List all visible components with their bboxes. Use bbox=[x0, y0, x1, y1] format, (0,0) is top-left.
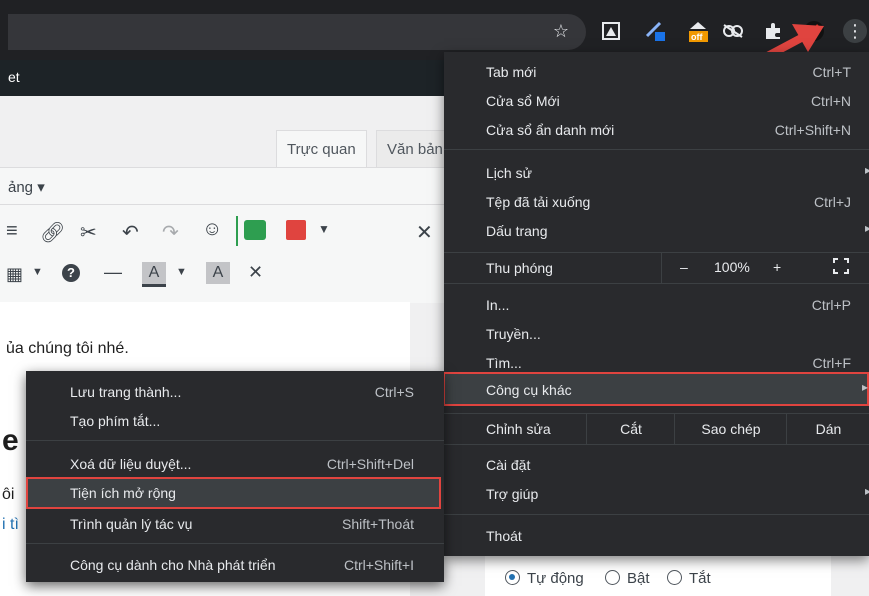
menu-item-history[interactable]: Lịch sử ▸ bbox=[444, 159, 869, 187]
menu-item-exit[interactable]: Thoát bbox=[444, 522, 869, 550]
menu-item-print[interactable]: In... Ctrl+P bbox=[444, 291, 869, 319]
menu-item-cast[interactable]: Truyền... bbox=[444, 320, 869, 348]
clear-format-icon[interactable]: A bbox=[206, 262, 230, 284]
off-ext-icon[interactable]: off bbox=[686, 20, 708, 42]
paste-button[interactable]: Dán bbox=[786, 414, 869, 444]
extensions-label: Tiện ích mở rộng bbox=[70, 485, 176, 501]
submenu-item-create-shortcut[interactable]: Tạo phím tắt... bbox=[26, 407, 444, 435]
edit-label: Chỉnh sửa bbox=[486, 421, 551, 437]
menu-item-new-tab[interactable]: Tab mới Ctrl+T bbox=[444, 58, 869, 86]
redo-icon[interactable]: ↷ bbox=[162, 220, 179, 245]
more-tools-submenu: Lưu trang thành... Ctrl+S Tạo phím tắt...… bbox=[26, 371, 444, 582]
chevron-right-icon: ▸ bbox=[864, 484, 869, 498]
align-icon[interactable]: ≡ bbox=[6, 220, 18, 243]
text-color-icon[interactable]: A bbox=[142, 262, 166, 287]
radio-off-label: Tắt bbox=[689, 570, 711, 587]
radio-off[interactable] bbox=[667, 570, 682, 585]
address-bar[interactable] bbox=[8, 14, 586, 50]
tab-visual[interactable]: Trực quan bbox=[276, 130, 367, 170]
editor-header-text: et bbox=[8, 69, 20, 85]
chevron-down-icon[interactable]: ▼ bbox=[176, 266, 187, 278]
edit-row: Chỉnh sửa Cắt Sao chép Dán bbox=[444, 414, 869, 444]
menu-item-settings[interactable]: Cài đặt bbox=[444, 451, 869, 479]
submenu-item-task-manager[interactable]: Trình quản lý tác vụ Shift+Thoát bbox=[26, 510, 444, 538]
table-icon[interactable]: ▦ bbox=[6, 264, 23, 285]
zoom-out-button[interactable]: – bbox=[680, 259, 688, 275]
radio-panel: Tự động Bật Tắt bbox=[455, 556, 869, 596]
menu-item-new-window[interactable]: Cửa sổ Mới Ctrl+N bbox=[444, 87, 869, 115]
menu-item-downloads[interactable]: Tệp đã tải xuống Ctrl+J bbox=[444, 188, 869, 216]
submenu-item-dev-tools[interactable]: Công cụ dành cho Nhà phát triển Ctrl+Shif… bbox=[26, 551, 444, 579]
menu-item-incognito[interactable]: Cửa sổ ẩn danh mới Ctrl+Shift+N bbox=[444, 116, 869, 144]
off-badge: off bbox=[691, 32, 703, 42]
text-fragment-link[interactable]: i tì bbox=[2, 516, 19, 534]
zoom-label: Thu phóng bbox=[486, 260, 553, 276]
radio-on-label: Bật bbox=[627, 570, 650, 587]
chevron-right-icon: ▸ bbox=[864, 163, 869, 177]
pen-ext-icon[interactable] bbox=[644, 20, 666, 42]
chevron-down-icon[interactable]: ▼ bbox=[32, 266, 43, 278]
more-tools-label: Công cụ khác bbox=[486, 382, 572, 398]
unlink-icon[interactable]: ✂ bbox=[80, 220, 97, 245]
help-icon[interactable]: ? bbox=[62, 264, 80, 282]
expand-icon[interactable]: ✕ bbox=[416, 220, 433, 245]
menu-item-bookmarks[interactable]: Dấu trang ▸ bbox=[444, 217, 869, 245]
block-icon[interactable] bbox=[286, 220, 306, 240]
radio-auto-label: Tự động bbox=[527, 570, 584, 587]
radio-auto[interactable] bbox=[505, 570, 520, 585]
menu-item-help[interactable]: Trợ giúp ▸ bbox=[444, 480, 869, 508]
horizontal-line-icon[interactable]: — bbox=[104, 262, 122, 283]
cut-button[interactable]: Cắt bbox=[586, 414, 675, 444]
chevron-down-icon[interactable]: ▼ bbox=[318, 222, 330, 236]
chevron-right-icon: ▸ bbox=[864, 221, 869, 235]
submenu-item-save-page[interactable]: Lưu trang thành... Ctrl+S bbox=[26, 378, 444, 406]
format-dropdown[interactable]: ảng ▾ bbox=[8, 178, 45, 196]
fullscreen-icon[interactable] bbox=[833, 258, 849, 274]
comment-icon[interactable] bbox=[244, 220, 266, 240]
link-icon[interactable]: 🔗︎ bbox=[40, 220, 65, 245]
editor-header-bar: et bbox=[0, 60, 444, 96]
star-icon[interactable]: ☆ bbox=[550, 20, 572, 42]
submenu-item-extensions[interactable]: Tiện ích mở rộng bbox=[26, 477, 441, 509]
undo-icon[interactable]: ↶ bbox=[122, 220, 139, 245]
tab-text[interactable]: Văn bản bbox=[376, 130, 454, 170]
chrome-main-menu: Tab mới Ctrl+T Cửa sổ Mới Ctrl+N Cửa sổ ẩn… bbox=[444, 52, 869, 556]
content-line: ủa chúng tôi nhé. bbox=[6, 340, 129, 357]
chevron-right-icon: ▸ bbox=[861, 380, 868, 394]
zoom-level: 100% bbox=[714, 259, 750, 275]
heading-fragment: e bbox=[2, 424, 19, 457]
submenu-item-clear-data[interactable]: Xoá dữ liệu duyệt... Ctrl+Shift+Del bbox=[26, 450, 444, 478]
zoom-in-button[interactable]: + bbox=[773, 259, 781, 275]
editor-toolbar: ảng ▾ ≡ 🔗︎ ✂ ↶ ↷ ☺ ▼ ✕ ▦ ▼ ? — A ▼ A ✕ bbox=[0, 167, 444, 303]
radio-on[interactable] bbox=[605, 570, 620, 585]
text-fragment: ôi bbox=[2, 486, 15, 503]
screenshot-ext-icon[interactable] bbox=[600, 20, 622, 42]
menu-item-more-tools[interactable]: Công cụ khác ▸ bbox=[443, 372, 869, 406]
kebab-menu-icon[interactable]: ⋮ bbox=[843, 19, 867, 43]
copy-button[interactable]: Sao chép bbox=[674, 414, 787, 444]
fullscreen-icon[interactable]: ✕ bbox=[248, 262, 263, 283]
zoom-row: Thu phóng – 100% + bbox=[444, 253, 869, 283]
emoji-icon[interactable]: ☺ bbox=[202, 218, 222, 241]
